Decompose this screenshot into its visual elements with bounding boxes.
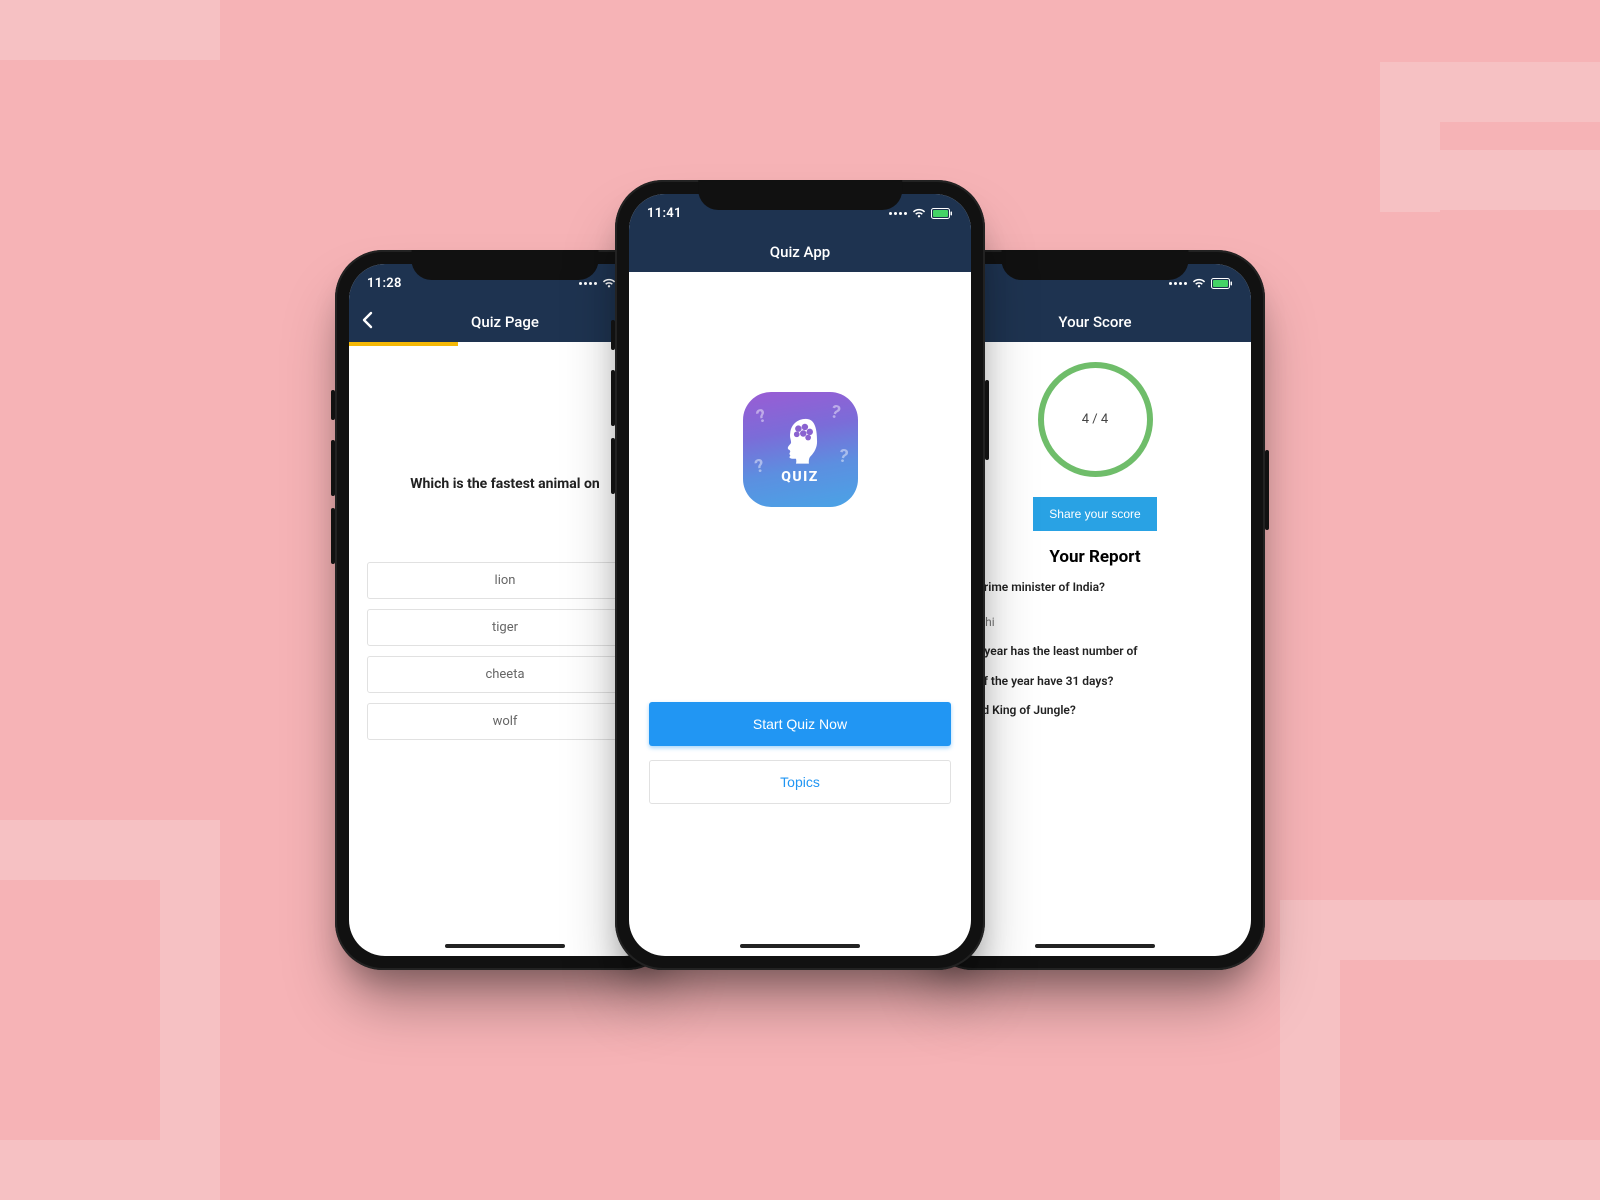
chevron-left-icon <box>361 311 373 329</box>
answer-option[interactable]: wolf <box>367 703 643 740</box>
answer-option[interactable]: tiger <box>367 609 643 646</box>
phone-home: 11:41 Quiz App ? ? <box>615 180 985 970</box>
bg-shape <box>1380 62 1440 212</box>
showcase-stage: 11:28 Quiz Page <box>275 150 1325 1050</box>
home-indicator <box>740 944 860 948</box>
report-title: Your Report <box>957 547 1233 567</box>
bg-shape <box>1280 900 1600 960</box>
score-value: 4 / 4 <box>1082 412 1108 427</box>
status-time: 11:41 <box>647 206 682 221</box>
home-indicator <box>445 944 565 948</box>
cellular-icon <box>579 282 597 285</box>
bg-shape <box>0 0 220 60</box>
back-button[interactable] <box>361 311 373 333</box>
question-text: Which is the fastest animal on <box>367 476 643 492</box>
bg-shape <box>0 820 220 880</box>
report-item: ent prime minister of India? ndhi Gandhi <box>957 579 1233 631</box>
report-list: ent prime minister of India? ndhi Gandhi… <box>957 579 1233 737</box>
cellular-icon <box>889 212 907 215</box>
report-item: ths of the year have 31 days? <box>957 673 1233 690</box>
status-time: 11:28 <box>367 276 402 291</box>
header-title: Quiz Page <box>471 313 539 331</box>
app-header: Your Score <box>939 302 1251 342</box>
cellular-icon <box>1169 282 1187 285</box>
logo-text: QUIZ <box>781 469 819 485</box>
answer-option[interactable]: cheeta <box>367 656 643 693</box>
report-item: f the year has the least number of <box>957 643 1233 660</box>
question-mark-icon: ? <box>828 401 842 424</box>
wifi-icon <box>602 278 616 288</box>
brain-head-icon <box>774 414 826 466</box>
score-ring: 4 / 4 <box>1038 362 1153 477</box>
answer-option[interactable]: lion <box>367 562 643 599</box>
header-title: Quiz App <box>770 243 830 261</box>
header-title: Your Score <box>1058 313 1131 331</box>
share-score-button[interactable]: Share your score <box>1033 497 1156 531</box>
battery-icon <box>931 208 953 219</box>
question-mark-icon: ? <box>837 445 849 467</box>
report-item: called King of Jungle? ant <box>957 702 1233 737</box>
wifi-icon <box>1192 278 1206 288</box>
question-mark-icon: ? <box>752 455 765 477</box>
topics-button[interactable]: Topics <box>649 760 951 804</box>
battery-icon <box>1211 278 1233 289</box>
question-mark-icon: ? <box>753 405 768 428</box>
home-indicator <box>1035 944 1155 948</box>
wifi-icon <box>912 208 926 218</box>
start-quiz-button[interactable]: Start Quiz Now <box>649 702 951 746</box>
app-header: Quiz App <box>629 232 971 272</box>
quiz-logo: ? ? ? ? <box>743 392 858 507</box>
